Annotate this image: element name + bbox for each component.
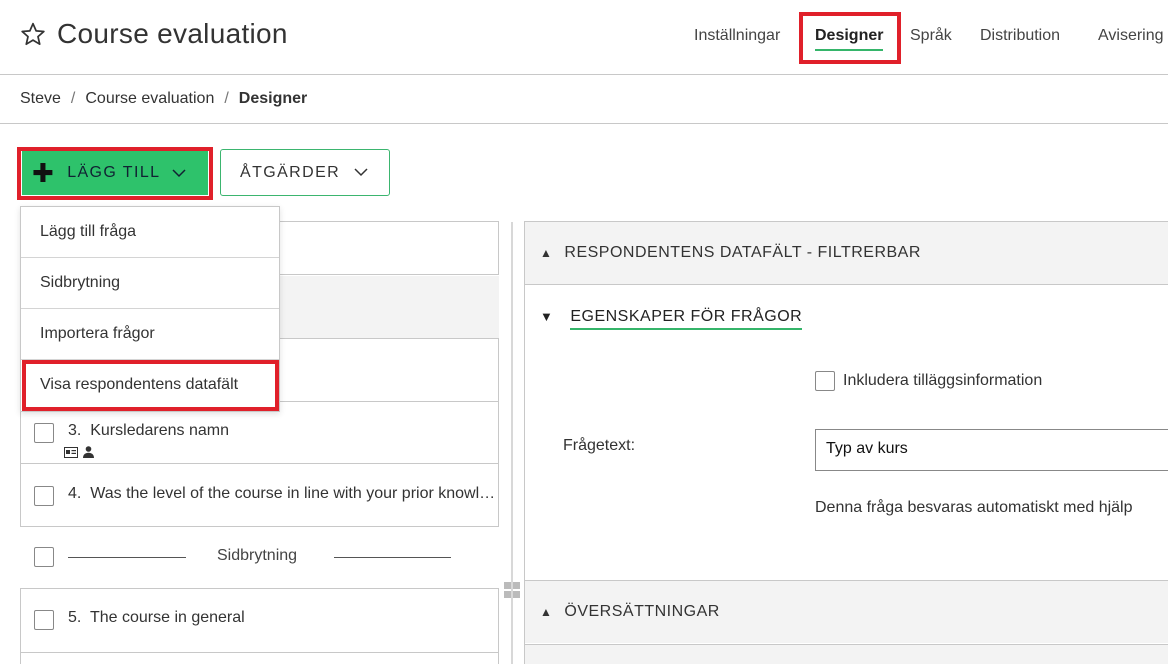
question-checkbox[interactable]	[34, 423, 54, 443]
menu-item-import-questions[interactable]: Importera frågor	[21, 309, 279, 360]
add-menu: Lägg till fråga Sidbrytning Importera fr…	[20, 206, 280, 412]
include-info-label: Inkludera tilläggsinformation	[843, 372, 1043, 389]
question-title: Kursledarens namn	[90, 422, 229, 439]
title-area: Course evaluation	[20, 18, 288, 50]
question-number: 5.	[68, 609, 82, 626]
id-card-icon	[64, 446, 78, 458]
page-header: Course evaluation Inställningar Designer…	[0, 0, 1168, 75]
triangle-up-icon: ▲	[540, 246, 553, 260]
chevron-down-icon	[354, 168, 368, 177]
section-translations[interactable]: ▲ ÖVERSÄTTNINGAR	[525, 581, 1168, 643]
breadcrumb: Steve / Course evaluation / Designer	[20, 90, 307, 108]
triangle-down-icon: ▼	[540, 309, 554, 324]
include-info-checkbox[interactable]	[815, 371, 835, 391]
question-text-field[interactable]: Typ av kurs	[815, 429, 1168, 471]
question-text: 5. The course in general	[68, 609, 245, 627]
properties-panel: ▲ RESPONDENTENS DATAFÄLT - FILTRERBAR ▼ …	[524, 221, 1168, 664]
add-button-label: LÄGG TILL	[67, 164, 161, 181]
next-section	[525, 644, 1168, 664]
menu-item-show-respondent-fields[interactable]: Visa respondentens datafält	[21, 360, 279, 411]
nav-tab-installningar[interactable]: Inställningar	[694, 27, 780, 45]
actions-button-label: ÅTGÄRDER	[240, 163, 341, 181]
question-checkbox[interactable]	[34, 610, 54, 630]
star-outline-icon[interactable]	[20, 21, 46, 47]
page-break-label: Sidbrytning	[217, 547, 298, 564]
menu-item-page-break[interactable]: Sidbrytning	[21, 258, 279, 309]
person-icon	[83, 446, 94, 458]
page-break-line-left	[68, 557, 186, 558]
breadcrumb-item-current: Designer	[238, 90, 308, 107]
breadcrumb-item-course[interactable]: Course evaluation	[85, 90, 214, 108]
divider	[525, 284, 1168, 285]
question-row[interactable]: 5. The course in general	[20, 588, 499, 652]
question-number: 4.	[68, 485, 82, 502]
section-title: RESPONDENTENS DATAFÄLT - FILTRERBAR	[564, 244, 921, 261]
question-number: 3.	[68, 422, 82, 439]
nav-tab-sprak[interactable]: Språk	[910, 27, 952, 45]
actions-button[interactable]: ÅTGÄRDER	[220, 149, 390, 196]
breadcrumb-separator: /	[224, 90, 229, 107]
plus-icon: ✚	[32, 158, 56, 188]
question-row[interactable]: 4. Was the level of the course in line w…	[20, 463, 499, 527]
section-title: EGENSKAPER FÖR FRÅGOR	[570, 308, 803, 330]
breadcrumb-separator: /	[70, 90, 76, 107]
page-break-checkbox[interactable]	[34, 547, 54, 567]
question-checkbox[interactable]	[34, 486, 54, 506]
section-respondent-fields[interactable]: ▲ RESPONDENTENS DATAFÄLT - FILTRERBAR	[525, 222, 1168, 284]
divider	[0, 123, 1168, 124]
question-row[interactable]	[20, 652, 499, 664]
question-text: 4. Was the level of the course in line w…	[68, 485, 496, 503]
question-text-label: Frågetext:	[563, 437, 636, 454]
chevron-down-icon	[172, 168, 186, 177]
question-title: Was the level of the course in line with…	[90, 485, 496, 502]
menu-item-add-question[interactable]: Lägg till fråga	[21, 207, 279, 258]
include-info-option[interactable]: Inkludera tilläggsinformation	[815, 371, 1042, 391]
question-text: 3. Kursledarens namn	[68, 422, 229, 440]
grip-handle-icon[interactable]	[504, 582, 520, 598]
section-question-properties[interactable]: ▼ EGENSKAPER FÖR FRÅGOR	[540, 308, 803, 330]
nav-tab-distribution[interactable]: Distribution	[980, 27, 1060, 45]
page-break-line-right	[334, 557, 451, 558]
page-title: Course evaluation	[57, 18, 288, 49]
breadcrumb-item-steve[interactable]: Steve	[20, 90, 61, 108]
add-button[interactable]: ✚ LÄGG TILL	[22, 151, 208, 195]
question-title: The course in general	[89, 609, 245, 626]
section-title: ÖVERSÄTTNINGAR	[564, 603, 720, 620]
nav-tab-designer[interactable]: Designer	[815, 27, 884, 51]
question-meta-icons	[64, 446, 94, 458]
nav-tab-avisering[interactable]: Avisering	[1098, 27, 1164, 45]
triangle-up-icon: ▲	[540, 605, 553, 619]
help-text: Denna fråga besvaras automatiskt med hjä…	[815, 499, 1133, 516]
